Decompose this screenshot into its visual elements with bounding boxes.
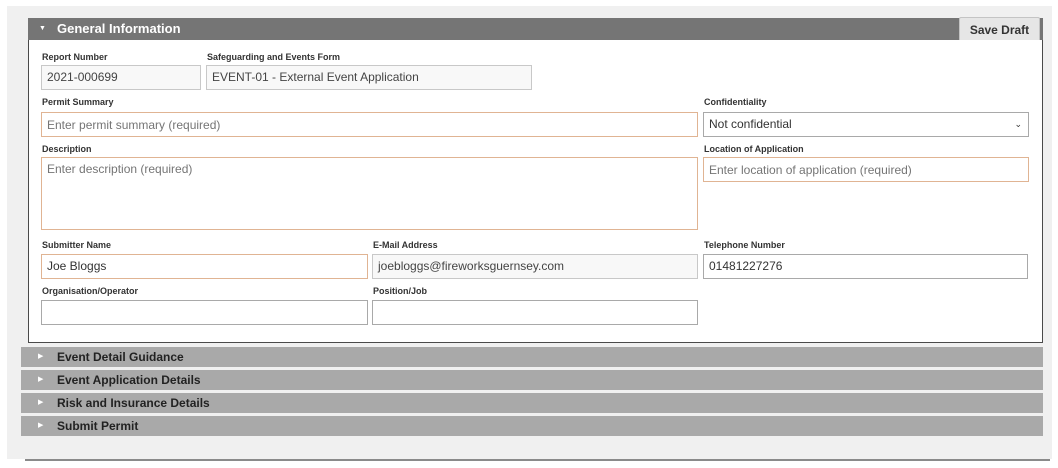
organisation-label: Organisation/Operator xyxy=(42,286,139,296)
section-label: Event Application Details xyxy=(57,373,201,387)
caret-down-icon: ▼ xyxy=(39,25,46,32)
caret-right-icon: ▶ xyxy=(38,399,44,406)
telephone-input[interactable]: 01481227276 xyxy=(703,254,1028,279)
caret-right-icon: ▶ xyxy=(38,422,44,429)
email-field: joebloggs@fireworksguernsey.com xyxy=(372,254,698,279)
section-label: Risk and Insurance Details xyxy=(57,396,210,410)
telephone-label: Telephone Number xyxy=(704,240,785,250)
form-field: EVENT-01 - External Event Application xyxy=(206,65,532,90)
confidentiality-value: Not confidential xyxy=(709,117,792,131)
section-label: Submit Permit xyxy=(57,419,139,433)
section-header-submit-permit[interactable]: ▶ Submit Permit xyxy=(21,416,1043,436)
description-textarea[interactable] xyxy=(41,157,698,230)
caret-right-icon: ▶ xyxy=(38,376,44,383)
location-input[interactable] xyxy=(703,157,1029,182)
position-label: Position/Job xyxy=(373,286,427,296)
caret-right-icon: ▶ xyxy=(38,353,44,360)
description-label: Description xyxy=(42,144,92,154)
report-number-label: Report Number xyxy=(42,52,108,62)
confidentiality-select[interactable]: Not confidential ⌄ xyxy=(703,112,1029,137)
section-header-event-detail-guidance[interactable]: ▶ Event Detail Guidance xyxy=(21,347,1043,367)
section-header-event-application-details[interactable]: ▶ Event Application Details xyxy=(21,370,1043,390)
confidentiality-label: Confidentiality xyxy=(704,97,767,107)
section-header-risk-and-insurance-details[interactable]: ▶ Risk and Insurance Details xyxy=(21,393,1043,413)
form-label: Safeguarding and Events Form xyxy=(207,52,341,62)
email-label: E-Mail Address xyxy=(373,240,438,250)
position-input[interactable] xyxy=(372,300,698,325)
section-title: General Information xyxy=(57,21,181,36)
organisation-input[interactable] xyxy=(41,300,368,325)
submitter-name-input[interactable]: Joe Bloggs xyxy=(41,254,368,279)
report-number-field: 2021-000699 xyxy=(41,65,201,90)
divider xyxy=(25,459,1050,461)
chevron-down-icon: ⌄ xyxy=(1014,119,1022,129)
permit-summary-input[interactable] xyxy=(41,112,698,137)
permit-summary-label: Permit Summary xyxy=(42,97,114,107)
location-label: Location of Application xyxy=(704,144,804,154)
section-label: Event Detail Guidance xyxy=(57,350,184,364)
submitter-name-label: Submitter Name xyxy=(42,240,112,250)
section-header-general-information[interactable]: ▼ General Information xyxy=(28,18,1043,40)
